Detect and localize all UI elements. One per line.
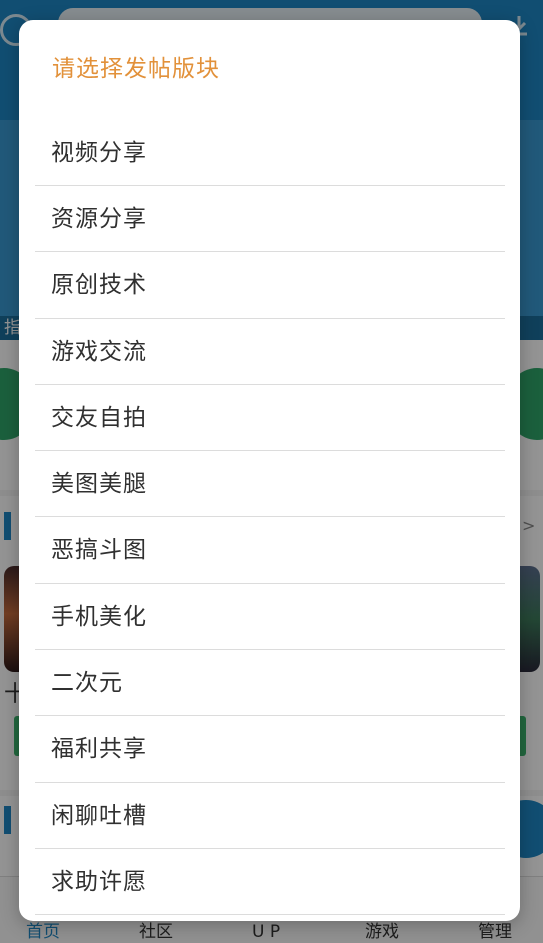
- board-option[interactable]: 原创技术: [35, 252, 505, 319]
- board-option[interactable]: 资源分享: [35, 186, 505, 253]
- board-select-dialog: 请选择发帖版块 视频分享 资源分享 原创技术 游戏交流 交友自拍 美图美腿 恶搞…: [19, 20, 520, 921]
- board-option[interactable]: 交友自拍: [35, 385, 505, 452]
- board-option[interactable]: 视频分享: [35, 120, 505, 186]
- board-option-list: 视频分享 资源分享 原创技术 游戏交流 交友自拍 美图美腿 恶搞斗图 手机美化 …: [35, 120, 505, 916]
- board-option[interactable]: 恶搞斗图: [35, 517, 505, 584]
- dialog-title: 请选择发帖版块: [52, 56, 220, 82]
- board-option[interactable]: 手机美化: [35, 584, 505, 651]
- board-option[interactable]: 闲聊吐槽: [35, 783, 505, 849]
- board-option[interactable]: 求助许愿: [35, 849, 505, 916]
- board-option[interactable]: 福利共享: [35, 716, 505, 783]
- board-option[interactable]: 游戏交流: [35, 319, 505, 385]
- board-option[interactable]: 美图美腿: [35, 451, 505, 518]
- app-screen: 指 > 十 首页 社区 U P 游戏 管理 请选择发帖版块 视频分享 资源分享 …: [0, 0, 543, 943]
- board-option[interactable]: 二次元: [35, 650, 505, 717]
